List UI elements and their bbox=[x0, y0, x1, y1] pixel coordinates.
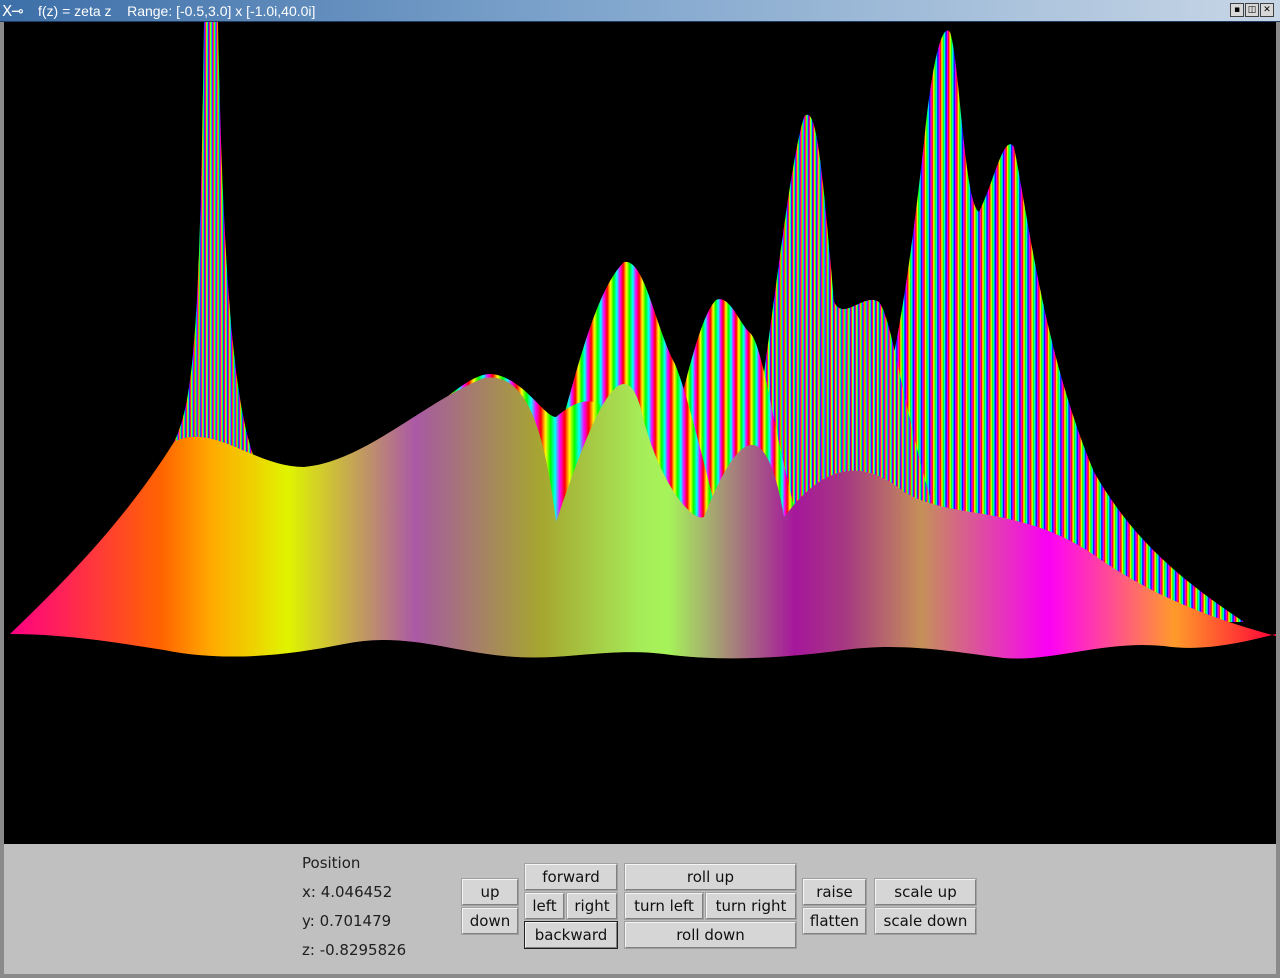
position-y: y: 0.701479 bbox=[302, 912, 392, 930]
control-panel: Position x: 4.046452 y: 0.701479 z: -0.8… bbox=[4, 844, 1276, 974]
roll-up-button[interactable]: roll up bbox=[624, 863, 797, 891]
3d-viewport[interactable] bbox=[4, 22, 1276, 844]
left-button[interactable]: left bbox=[524, 892, 565, 920]
position-heading: Position bbox=[302, 854, 361, 872]
scale-down-button[interactable]: scale down bbox=[874, 907, 977, 935]
close-icon[interactable]: ✕ bbox=[1260, 3, 1274, 17]
roll-down-button[interactable]: roll down bbox=[624, 921, 797, 949]
up-button[interactable]: up bbox=[461, 878, 519, 906]
minimize-icon[interactable]: ▪ bbox=[1230, 3, 1244, 17]
maximize-icon[interactable]: ◫ bbox=[1245, 3, 1259, 17]
down-button[interactable]: down bbox=[461, 907, 519, 935]
window-title: f(z) = zeta z Range: [-0.5,3.0] x [-1.0i… bbox=[38, 3, 316, 19]
position-z: z: -0.8295826 bbox=[302, 941, 407, 959]
backward-button[interactable]: backward bbox=[524, 921, 618, 949]
window-menu-icon[interactable]: X⊸ bbox=[2, 1, 36, 21]
scale-up-button[interactable]: scale up bbox=[874, 878, 977, 906]
raise-button[interactable]: raise bbox=[802, 878, 867, 906]
zeta-surface-render bbox=[10, 22, 1276, 659]
title-bar[interactable]: X⊸ f(z) = zeta z Range: [-0.5,3.0] x [-1… bbox=[0, 0, 1280, 22]
flatten-button[interactable]: flatten bbox=[802, 907, 867, 935]
right-button[interactable]: right bbox=[566, 892, 618, 920]
forward-button[interactable]: forward bbox=[524, 863, 618, 891]
position-x: x: 4.046452 bbox=[302, 883, 393, 901]
turn-left-button[interactable]: turn left bbox=[624, 892, 704, 920]
turn-right-button[interactable]: turn right bbox=[705, 892, 797, 920]
